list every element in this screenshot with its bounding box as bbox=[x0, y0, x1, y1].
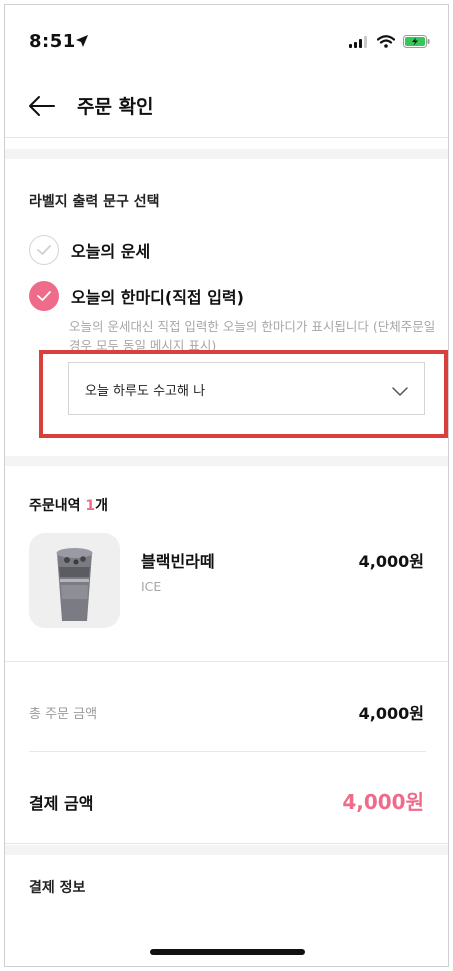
home-indicator[interactable] bbox=[150, 949, 305, 955]
item-option: ICE bbox=[141, 579, 162, 594]
radio-option-label: 오늘의 한마디(직접 입력) bbox=[71, 288, 244, 307]
item-name: 블랙빈라떼 bbox=[141, 552, 215, 571]
section-gap bbox=[5, 149, 448, 159]
check-icon bbox=[29, 281, 59, 311]
total-order-label: 총 주문 금액 bbox=[29, 707, 98, 722]
dropdown-selected-value: 오늘 하루도 수고해 나 bbox=[85, 384, 206, 399]
collapsed-section-edge bbox=[5, 137, 448, 149]
order-title-text: 주문내역 bbox=[29, 498, 86, 514]
payment-amount-value: 4,000원 bbox=[342, 790, 424, 814]
chevron-down-icon bbox=[392, 382, 408, 401]
divider bbox=[5, 661, 448, 662]
page-title: 주문 확인 bbox=[77, 96, 154, 118]
status-time: 8:51 bbox=[29, 31, 76, 52]
payment-amount-label: 결제 금액 bbox=[29, 794, 94, 813]
location-arrow-icon bbox=[75, 33, 89, 52]
status-icons bbox=[349, 33, 430, 52]
payment-info-title: 결제 정보 bbox=[29, 880, 86, 896]
total-order-value: 4,000원 bbox=[358, 704, 424, 723]
nav-header: 주문 확인 bbox=[5, 75, 448, 137]
item-price: 4,000원 bbox=[358, 552, 424, 571]
status-bar: 8:51 bbox=[5, 5, 448, 75]
label-section-title: 라벨지 출력 문구 선택 bbox=[29, 194, 160, 210]
signal-icon bbox=[349, 33, 369, 52]
section-gap bbox=[5, 845, 448, 855]
message-dropdown[interactable]: 오늘 하루도 수고해 나 bbox=[68, 362, 425, 415]
section-gap bbox=[5, 456, 448, 466]
wifi-icon bbox=[376, 33, 396, 52]
battery-icon bbox=[403, 33, 430, 52]
radio-option-label: 오늘의 운세 bbox=[71, 242, 151, 261]
radio-option-custom-message[interactable]: 오늘의 한마디(직접 입력) bbox=[29, 281, 244, 311]
radio-option-fortune[interactable]: 오늘의 운세 bbox=[29, 235, 150, 265]
order-count-suffix: 개 bbox=[95, 498, 109, 514]
divider bbox=[29, 751, 426, 752]
order-count: 1 bbox=[85, 498, 96, 514]
check-icon bbox=[29, 235, 59, 265]
screen: 8:51 주문 확인 라벨지 출력 문구 선택 오늘의 운세 오늘의 한마디(직… bbox=[4, 4, 449, 967]
order-section-title: 주문내역 1개 bbox=[29, 495, 108, 515]
product-thumbnail bbox=[29, 533, 120, 628]
back-arrow-icon[interactable] bbox=[27, 91, 57, 121]
